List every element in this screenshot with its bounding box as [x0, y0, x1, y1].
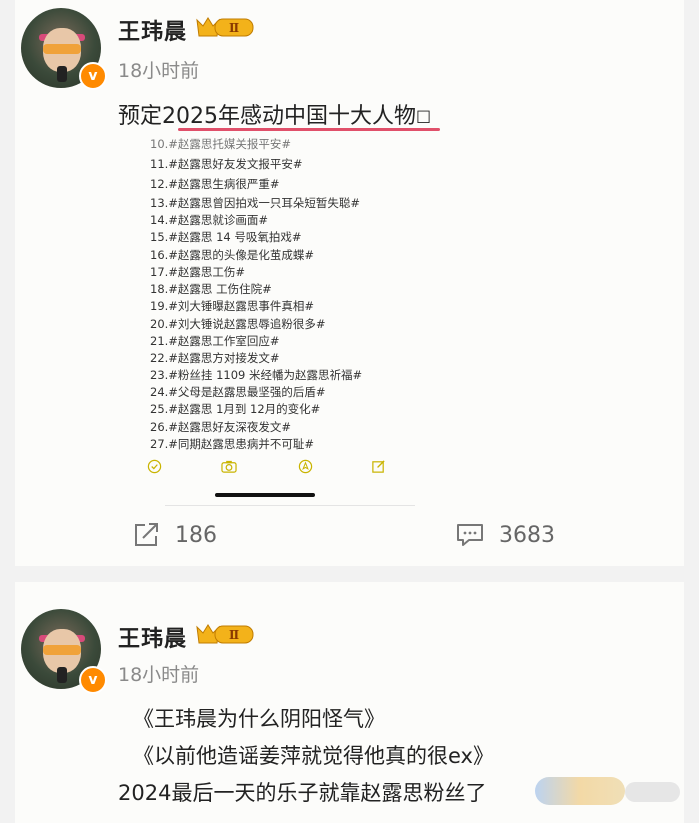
post-line: 《王玮晨为什么阴阳怪气》: [133, 707, 385, 731]
blurred-text: [625, 782, 680, 802]
screenshot-line: 25.#赵露思 1月到 12月的变化#: [150, 402, 321, 416]
screenshot-line: 11.#赵露思好友发文报平安#: [150, 157, 303, 171]
screenshot-line: 14.#赵露思就诊画面#: [150, 213, 269, 227]
screenshot-line: 22.#赵露思方对接发文#: [150, 351, 280, 365]
screenshot-line: 21.#赵露思工作室回应#: [150, 334, 280, 348]
member-crown-icon: Ⅱ: [195, 14, 255, 44]
comment-button[interactable]: 3683: [455, 522, 555, 548]
screenshot-line: 10.#赵露思托媒关报平安#: [150, 137, 292, 151]
post-line: 2024最后一天的乐子就靠赵露思粉丝了: [118, 781, 487, 805]
post-text: 预定2025年感动中国十大人物□: [118, 98, 431, 130]
screenshot-line: 19.#刘大锤曝赵露思事件真相#: [150, 299, 315, 313]
verified-badge-icon: v: [79, 62, 107, 90]
screenshot-line: 26.#赵露思好友深夜发文#: [150, 420, 292, 434]
member-crown-icon: Ⅱ: [195, 621, 255, 651]
weibo-post-card: v 王玮晨 Ⅱ 18小时前 预定2025年感动中国十大人物□ 10.#赵露思托媒…: [15, 0, 684, 566]
post-text-content: 预定2025年感动中国十大人物: [118, 104, 416, 129]
comment-icon: [457, 524, 483, 546]
comment-count: 3683: [499, 522, 555, 548]
emoji-blur: [535, 777, 625, 805]
missing-glyph: □: [416, 106, 432, 125]
share-button[interactable]: 186: [133, 522, 217, 548]
screenshot-line: 27.#同期赵露思患病并不可耻#: [150, 437, 315, 451]
check-circle-icon: [147, 459, 162, 474]
share-count: 186: [175, 522, 217, 548]
home-indicator: [215, 493, 315, 497]
screenshot-line: 17.#赵露思工伤#: [150, 265, 246, 279]
camera-icon: [221, 460, 237, 473]
post-time: 18小时前: [118, 60, 200, 82]
screenshot-line: 15.#赵露思 14 号吸氧拍戏#: [150, 230, 302, 244]
post-image-screenshot[interactable]: 10.#赵露思托媒关报平安# 11.#赵露思好友发文报平安# 12.#赵露思生病…: [125, 136, 605, 506]
member-level: Ⅱ: [229, 21, 239, 35]
screenshot-line: 16.#赵露思的头像是化茧成蝶#: [150, 248, 315, 262]
weibo-post-card: v 王玮晨 Ⅱ 18小时前 《王玮晨为什么阴阳怪气》 《以前他造谣姜萍就觉得他真…: [15, 582, 684, 823]
screenshot-line: 23.#粉丝挂 1109 米经幡为赵露思祈福#: [150, 368, 363, 382]
author-name[interactable]: 王玮晨: [118, 621, 187, 653]
post-time: 18小时前: [118, 664, 200, 686]
screenshot-line: 13.#赵露思曾因拍戏一只耳朵短暂失聪#: [150, 196, 361, 210]
share-icon: [135, 523, 158, 546]
screenshot-line: 24.#父母是赵露思最坚强的后盾#: [150, 385, 326, 399]
verified-badge-icon: v: [79, 666, 107, 694]
post-line: 《以前他造谣姜萍就觉得他真的很ex》: [133, 744, 494, 768]
cut-off-text: [165, 502, 415, 506]
author-name[interactable]: 王玮晨: [118, 14, 187, 46]
highlight-underline: [178, 128, 440, 131]
screenshot-line: 20.#刘大锤说赵露思辱追粉很多#: [150, 317, 326, 331]
location-icon: [298, 459, 313, 474]
edit-icon: [372, 460, 385, 473]
screenshot-line: 18.#赵露思 工伤住院#: [150, 282, 272, 296]
screenshot-line: 12.#赵露思生病很严重#: [150, 177, 280, 191]
member-level: Ⅱ: [229, 628, 239, 642]
